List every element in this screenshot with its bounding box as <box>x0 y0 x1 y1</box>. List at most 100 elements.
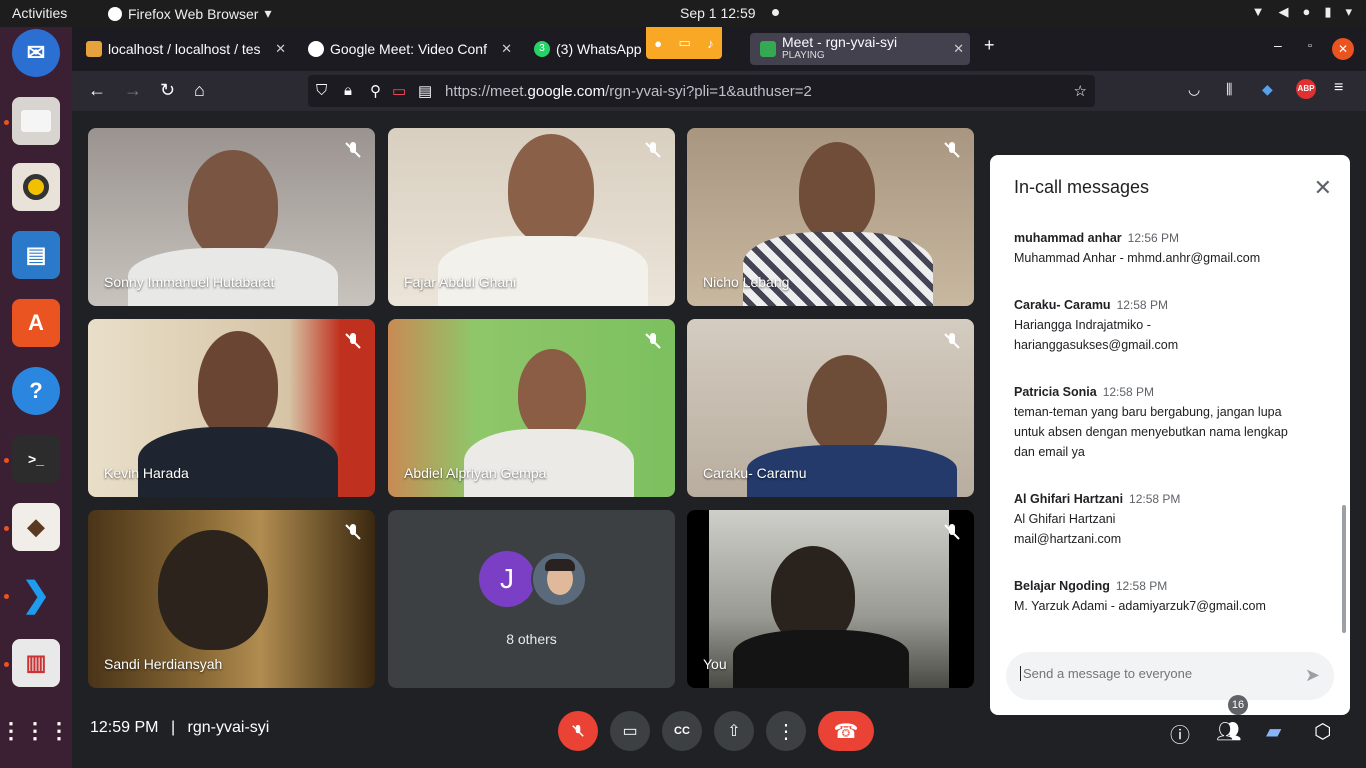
new-tab-button[interactable]: + <box>984 35 995 56</box>
thunderbird-icon[interactable]: ✉ <box>12 29 60 77</box>
dbeaver-icon[interactable]: ◆ <box>12 503 60 551</box>
sharing-indicator[interactable]: ● ▭ ♪ <box>646 27 722 59</box>
message-time: 12:58 PM <box>1129 492 1181 506</box>
chevron-down-icon: ▾ <box>264 5 272 21</box>
participant-tile[interactable]: Fajar Abdul Ghani <box>388 128 675 306</box>
minimize-button[interactable]: – <box>1274 37 1282 53</box>
participant-tile[interactable]: Abdiel Alpriyan Gempa <box>388 319 675 497</box>
close-icon[interactable]: ✕ <box>953 41 964 57</box>
tab-google-meet[interactable]: Google Meet: Video Conf ✕ <box>298 33 518 65</box>
hang-up-icon: ☎ <box>833 720 859 743</box>
files-icon[interactable] <box>12 97 60 145</box>
back-icon[interactable]: ← <box>88 80 106 101</box>
people-icon[interactable]: 👥︎ <box>1216 719 1241 744</box>
more-vert-icon: ⋮ <box>776 720 796 743</box>
activities-icon[interactable]: ⬡ <box>1314 719 1331 744</box>
home-icon[interactable]: ⌂ <box>194 80 205 101</box>
others-tile[interactable]: J 8 others <box>388 510 675 688</box>
vscode-icon[interactable]: ❯ <box>12 571 60 619</box>
self-tile[interactable]: You <box>687 510 974 688</box>
camera-active-icon[interactable]: ▭ <box>392 82 406 100</box>
chat-icon[interactable]: ▰ <box>1266 719 1281 744</box>
app-menu[interactable]: Firefox Web Browser ▾ <box>108 5 271 22</box>
participant-name: Caraku- Caramu <box>703 465 807 481</box>
mic-toggle-button[interactable] <box>558 711 598 751</box>
volume-icon: ◀ <box>1278 4 1289 19</box>
extension-icon[interactable]: ◆ <box>1262 81 1273 98</box>
participant-name: Nicho Lebang <box>703 274 790 290</box>
mic-muted-icon <box>572 725 584 737</box>
system-tray[interactable]: ▼ ◀ ● ▮ ▾ <box>1252 4 1352 20</box>
message-text: mail@hartzani.com <box>1014 532 1122 546</box>
close-icon[interactable]: ✕ <box>1314 175 1332 201</box>
shield-icon[interactable]: ⛉ <box>316 82 327 99</box>
video-feed <box>188 150 278 260</box>
clock[interactable]: Sep 1 12:59 <box>680 5 756 21</box>
system-top-bar: Activities Firefox Web Browser ▾ Sep 1 1… <box>0 0 1366 27</box>
video-feed <box>799 142 875 242</box>
tab-strip: localhost / localhost / tes ✕ Google Mee… <box>72 27 1366 71</box>
reader-icon[interactable]: ▤ <box>418 82 432 100</box>
microphone-icon: ♪ <box>707 35 714 51</box>
chat-message: Belajar Ngoding 12:58 PM M. Yarzuk Adami … <box>1014 576 1314 616</box>
activities-button[interactable]: Activities <box>12 5 67 21</box>
chat-scrollbar[interactable] <box>1342 505 1346 633</box>
chat-message: muhammad anhar 12:56 PM Muhammad Anhar - … <box>1014 228 1314 268</box>
app-center-icon[interactable]: A <box>12 299 60 347</box>
hamburger-menu-icon[interactable]: ≡ <box>1334 79 1343 97</box>
message-text: teman-teman yang baru bergabung, jangan … <box>1014 405 1282 419</box>
tab-meet-active[interactable]: Meet - rgn-yvai-syi PLAYING ✕ <box>750 33 970 65</box>
close-icon[interactable]: ✕ <box>275 41 286 57</box>
message-input[interactable] <box>1020 666 1280 681</box>
separator: | <box>170 719 176 736</box>
maximize-button[interactable]: ▫ <box>1308 40 1312 52</box>
lock-icon[interactable]: 🔒︎ <box>344 82 352 99</box>
chat-message: Patricia Sonia 12:58 PM teman-teman yang … <box>1014 382 1314 462</box>
library-icon[interactable]: ⫼ <box>1226 81 1232 98</box>
bookmark-star-icon[interactable]: ☆ <box>1074 82 1087 100</box>
meet-main: Sonny Immanuel Hutabarat Fajar Abdul Gha… <box>72 111 1366 768</box>
message-time: 12:58 PM <box>1115 579 1168 593</box>
participant-tile[interactable]: Nicho Lebang <box>687 128 974 306</box>
participant-tile[interactable]: Sonny Immanuel Hutabarat <box>88 128 375 306</box>
people-count-badge: 16 <box>1228 695 1248 715</box>
mic-muted-icon <box>345 142 361 158</box>
window-close-button[interactable]: ✕ <box>1332 38 1354 60</box>
more-options-button[interactable]: ⋮ <box>766 711 806 751</box>
participant-tile[interactable]: Kevin Harada <box>88 319 375 497</box>
send-icon[interactable]: ➤ <box>1305 665 1320 686</box>
reload-icon[interactable]: ↻ <box>160 80 175 101</box>
adblock-plus-icon[interactable]: ABP <box>1296 79 1316 99</box>
document-viewer-icon[interactable]: ▥ <box>12 639 60 687</box>
forward-icon[interactable]: → <box>124 80 142 101</box>
close-icon[interactable]: ✕ <box>501 41 512 57</box>
pocket-icon[interactable]: ◡ <box>1188 81 1200 98</box>
show-apps-icon[interactable]: ⋮⋮⋮ <box>0 707 70 755</box>
running-indicator <box>4 594 9 599</box>
help-icon[interactable]: ? <box>12 367 60 415</box>
google-icon <box>308 41 324 57</box>
present-button[interactable]: ⇧ <box>714 711 754 751</box>
libreoffice-writer-icon[interactable]: ▤ <box>12 231 60 279</box>
permissions-icon[interactable]: ⚲ <box>370 82 381 100</box>
participant-tile[interactable]: Caraku- Caramu <box>687 319 974 497</box>
mic-muted-icon <box>645 142 661 158</box>
url-path: /rgn-yvai-syi?pli=1&authuser=2 <box>605 83 812 100</box>
video-feed <box>464 429 634 497</box>
camera-toggle-button[interactable]: ▭ <box>610 711 650 751</box>
meeting-details-icon[interactable]: ⓘ <box>1170 719 1190 748</box>
participant-tile[interactable]: Sandi Herdiansyah <box>88 510 375 688</box>
captions-button[interactable]: CC <box>662 711 702 751</box>
navigation-toolbar: ← → ↻ ⌂ ⛉ 🔒︎ ⚲ ▭ ▤ https://meet.google.c… <box>72 71 1366 111</box>
participant-name: Sandi Herdiansyah <box>104 656 223 672</box>
terminal-icon[interactable]: >_ <box>12 435 60 483</box>
rhythmbox-icon[interactable] <box>12 163 60 211</box>
address-bar[interactable]: ⛉ 🔒︎ ⚲ ▭ ▤ https://meet.google.com/rgn-y… <box>308 75 1095 107</box>
video-feed <box>733 630 909 688</box>
url-text[interactable]: https://meet.google.com/rgn-yvai-syi?pli… <box>445 83 812 100</box>
leave-call-button[interactable]: ☎ <box>818 711 874 751</box>
message-sender: muhammad anhar <box>1014 231 1122 245</box>
tab-localhost[interactable]: localhost / localhost / tes ✕ <box>76 33 292 65</box>
tab-whatsapp[interactable]: 3 (3) WhatsApp <box>524 33 646 65</box>
participant-name: Abdiel Alpriyan Gempa <box>404 465 547 481</box>
